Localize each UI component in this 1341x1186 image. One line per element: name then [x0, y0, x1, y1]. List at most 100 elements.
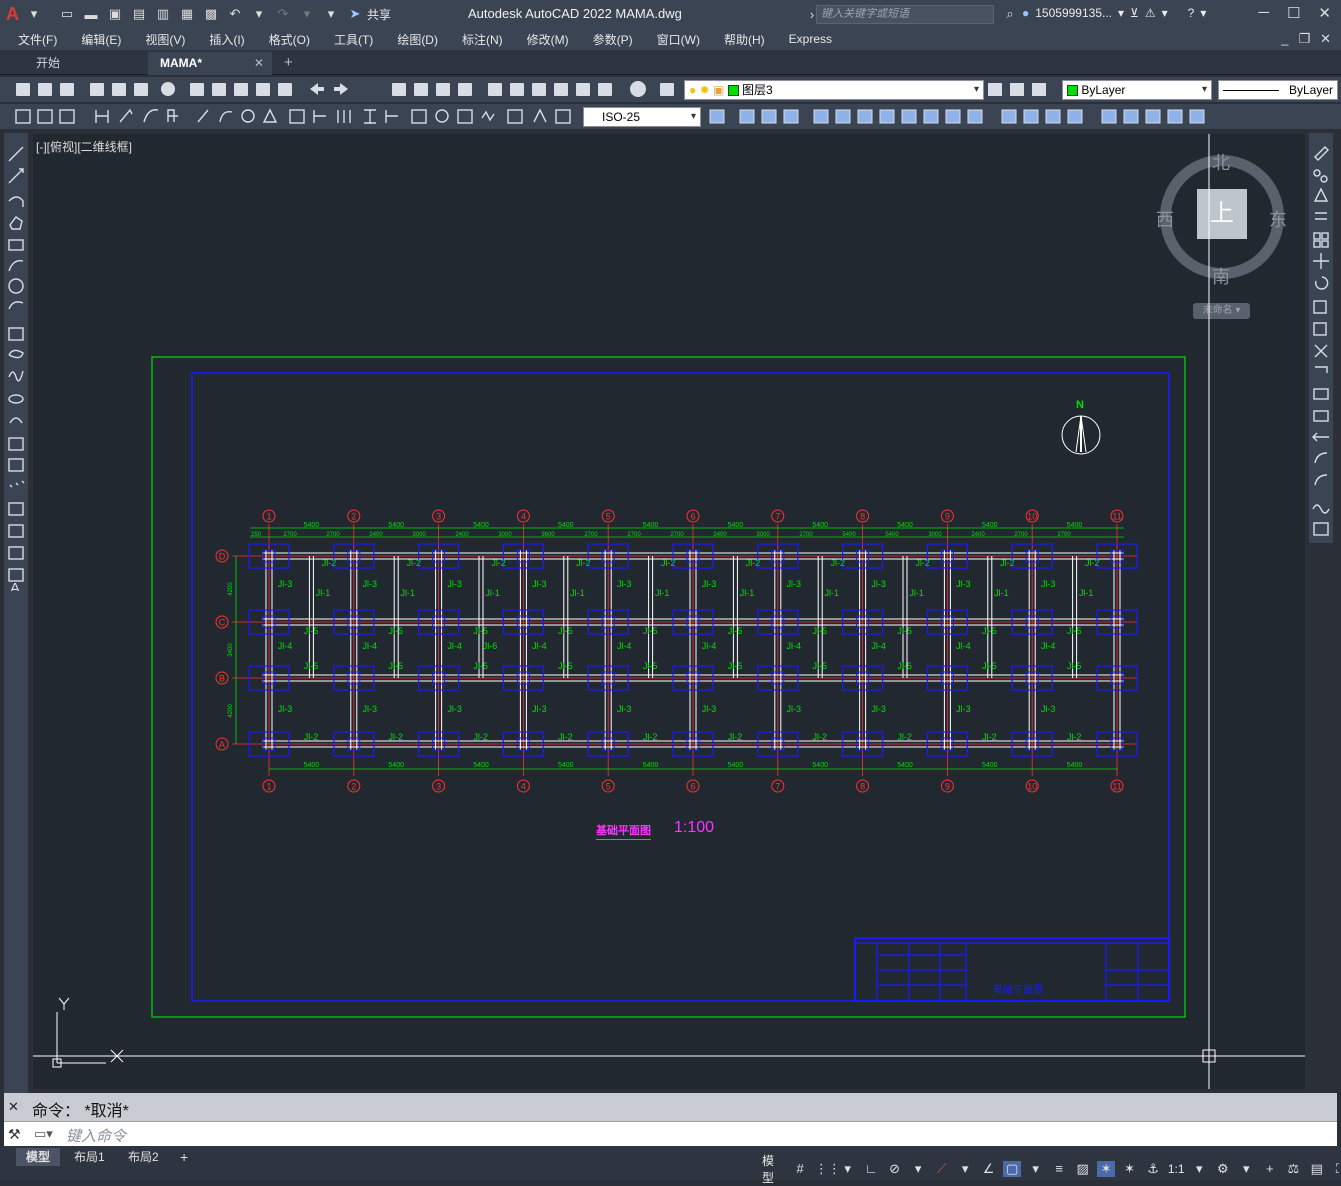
linetype-dropdown[interactable]: ByLayer	[1218, 80, 1338, 100]
maximize-icon[interactable]: ☐	[1287, 4, 1300, 22]
new-tab-icon[interactable]: +	[284, 54, 293, 71]
layout-tab-1[interactable]: 布局1	[64, 1148, 115, 1166]
annotation-scale-value[interactable]: 1:1	[1168, 1162, 1185, 1176]
units-icon[interactable]: ⚖	[1285, 1161, 1303, 1177]
menu-modify[interactable]: 修改(M)	[527, 31, 569, 48]
cmd-close-icon[interactable]: ✕	[8, 1099, 19, 1115]
dimension-toolbar-icons[interactable]	[8, 104, 588, 130]
menu-insert[interactable]: 插入(I)	[209, 31, 244, 48]
osnap-caret-icon[interactable]: ▾	[1027, 1161, 1045, 1177]
new-file-icon[interactable]: ▭	[58, 5, 76, 23]
draw-palette-icons[interactable]: A	[4, 141, 28, 591]
dimstyle-dropdown[interactable]: ISO-25 ▾	[583, 107, 701, 127]
command-input[interactable]: 键入命令	[66, 1125, 126, 1146]
scale-caret-icon[interactable]: ▾	[1191, 1161, 1209, 1177]
menu-parametric[interactable]: 参数(P)	[593, 31, 633, 48]
share-button[interactable]: 共享	[367, 6, 391, 23]
plot-icon[interactable]: ▩	[202, 5, 220, 23]
cmd-settings-icon[interactable]: ⚒	[8, 1126, 21, 1143]
doc-minimize-icon[interactable]: _	[1281, 31, 1288, 47]
viewcube-west[interactable]: 西	[1156, 206, 1174, 232]
menu-edit[interactable]: 编辑(E)	[81, 31, 121, 48]
tab-close-icon[interactable]: ✕	[254, 52, 264, 74]
model-space-button[interactable]: 模型	[762, 1152, 785, 1186]
user-caret-icon[interactable]: ▾	[1118, 6, 1124, 20]
tab-mama[interactable]: MAMA* ✕	[148, 52, 272, 75]
polar-icon[interactable]: ⊘	[886, 1161, 904, 1177]
transparency-icon[interactable]: ▨	[1074, 1161, 1092, 1177]
isodraft-icon[interactable]: ⟋	[933, 1161, 951, 1177]
menu-window[interactable]: 窗口(W)	[657, 31, 700, 48]
viewcube-east[interactable]: 东	[1269, 206, 1287, 232]
customize-qat-icon[interactable]: ▾	[322, 5, 340, 23]
isodraft-caret-icon[interactable]: ▾	[956, 1161, 974, 1177]
share-icon[interactable]: ➤	[346, 5, 364, 23]
open-file-icon[interactable]: ▬	[82, 5, 100, 23]
polar-caret-icon[interactable]: ▾	[909, 1161, 927, 1177]
autodesk-app-icon[interactable]: ⚠	[1145, 6, 1156, 20]
viewport-controls[interactable]: [-][俯视][二维线框]	[36, 138, 132, 155]
redo-caret-icon[interactable]: ▾	[298, 5, 316, 23]
workspace-gear-icon[interactable]: ⚙	[1214, 1161, 1232, 1177]
cmd-recent-icon[interactable]: ▭▾	[34, 1126, 53, 1142]
snap-icon[interactable]: ⋮⋮	[815, 1161, 841, 1177]
modify-palette-icons[interactable]	[1309, 143, 1333, 543]
annotation-visibility-icon[interactable]: ✶	[1097, 1161, 1115, 1177]
viewcube-north[interactable]: 北	[1212, 149, 1230, 175]
cart-icon[interactable]: ⊻	[1130, 6, 1139, 20]
menu-draw[interactable]: 绘图(D)	[397, 31, 438, 48]
lineweight-icon[interactable]: ≡	[1050, 1161, 1068, 1177]
standard-toolbar-icons[interactable]	[8, 77, 688, 103]
layer-tools-icons[interactable]	[986, 77, 1056, 103]
tab-start[interactable]: 开始	[8, 52, 148, 75]
menu-help[interactable]: 帮助(H)	[724, 31, 765, 48]
save-icon[interactable]: ▣	[106, 5, 124, 23]
app-menu-caret-icon[interactable]: ▾	[25, 5, 43, 23]
help-icon[interactable]: ?	[1188, 6, 1195, 20]
search-input[interactable]: 键入关键字或短语	[816, 5, 994, 24]
add-layout-icon[interactable]: +	[180, 1149, 188, 1165]
otrack-icon[interactable]: ∠	[980, 1161, 998, 1177]
minimize-icon[interactable]: ─	[1258, 4, 1269, 22]
menu-tools[interactable]: 工具(T)	[334, 31, 373, 48]
menu-view[interactable]: 视图(V)	[145, 31, 185, 48]
menu-file[interactable]: 文件(F)	[18, 31, 57, 48]
menu-format[interactable]: 格式(O)	[269, 31, 310, 48]
layer-dropdown[interactable]: ● ✹ ▣ 图层3 ▾	[684, 80, 984, 100]
help-caret-icon[interactable]: ▾	[1200, 6, 1206, 20]
autocad-logo-icon[interactable]: A	[6, 4, 22, 25]
layout-tab-model[interactable]: 模型	[16, 1148, 61, 1166]
drawing-canvas[interactable]	[33, 134, 1305, 1089]
open-web-icon[interactable]: ▥	[154, 5, 172, 23]
menu-express[interactable]: Express	[789, 32, 832, 46]
auto-scale-icon[interactable]: ✶	[1121, 1161, 1139, 1177]
layout-tab-2[interactable]: 布局2	[118, 1148, 169, 1166]
close-icon[interactable]: ✕	[1318, 4, 1331, 22]
osnap-icon[interactable]: ▢	[1003, 1161, 1021, 1177]
undo-caret-icon[interactable]: ▾	[250, 5, 268, 23]
viewcube-top-face[interactable]: 上	[1197, 189, 1247, 239]
annotation-monitor-icon[interactable]: +	[1261, 1161, 1279, 1177]
search-icon[interactable]: ⌕	[1001, 5, 1019, 23]
grid-icon[interactable]: #	[791, 1161, 809, 1177]
workspace-caret-icon[interactable]: ▾	[1238, 1161, 1256, 1177]
doc-restore-icon[interactable]: ❐	[1298, 31, 1310, 47]
color-dropdown[interactable]: ByLayer ▾	[1062, 80, 1212, 100]
modify-toolbar-icons[interactable]	[704, 104, 1304, 130]
user-name[interactable]: 1505999135...	[1035, 6, 1112, 20]
ortho-icon[interactable]: ∟	[862, 1161, 880, 1177]
menu-dimension[interactable]: 标注(N)	[462, 31, 503, 48]
viewcube-south[interactable]: 南	[1212, 263, 1230, 289]
command-input-row[interactable]: ⚒ ▭▾ 键入命令	[4, 1121, 1337, 1146]
clean-screen-icon[interactable]: ⛶	[1332, 1161, 1341, 1177]
redo-icon[interactable]: ↷	[274, 5, 292, 23]
app-caret-icon[interactable]: ▾	[1162, 6, 1168, 20]
quick-properties-icon[interactable]: ▤	[1308, 1161, 1326, 1177]
snap-caret-icon[interactable]: ▾	[839, 1161, 857, 1177]
save-as-icon[interactable]: ▤	[130, 5, 148, 23]
user-icon[interactable]: ●	[1022, 6, 1029, 20]
ucs-menu-button[interactable]: 未命名 ▾	[1193, 303, 1250, 319]
save-web-icon[interactable]: ▦	[178, 5, 196, 23]
doc-close-icon[interactable]: ✕	[1320, 31, 1331, 47]
undo-icon[interactable]: ↶	[226, 5, 244, 23]
